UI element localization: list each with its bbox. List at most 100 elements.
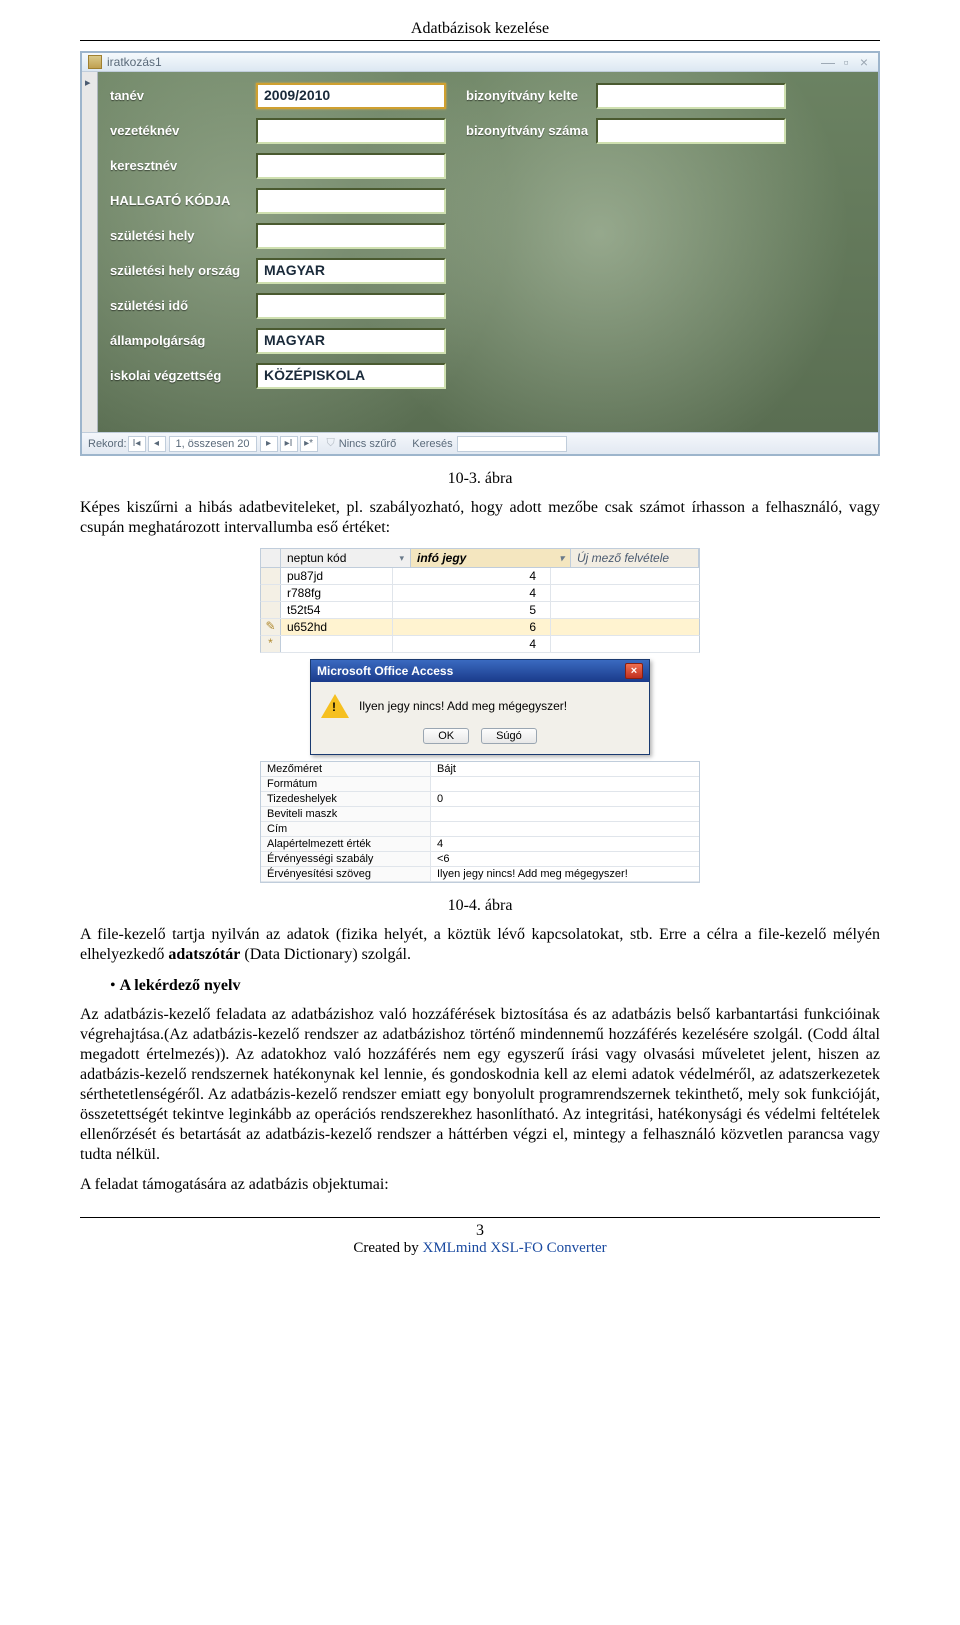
form-tab-title: iratkozás1 — [107, 55, 818, 69]
cell-jegy[interactable]: 4 — [393, 585, 551, 601]
minimize-icon[interactable]: — — [820, 55, 836, 69]
column-header-neptun[interactable]: neptun kód▾ — [281, 549, 411, 567]
property-value[interactable] — [431, 777, 699, 791]
property-name: Érvényesítési szöveg — [261, 867, 431, 881]
input-hallgato-kodja[interactable] — [256, 188, 446, 214]
cell-empty[interactable] — [551, 568, 699, 584]
property-value[interactable]: <6 — [431, 852, 699, 866]
cell-jegy[interactable]: 5 — [393, 602, 551, 618]
input-allampolgarsag[interactable]: MAGYAR — [256, 328, 446, 354]
search-label: Keresés — [412, 438, 452, 450]
property-row[interactable]: Cím — [261, 822, 699, 837]
nav-prev-button[interactable]: ◂ — [148, 436, 166, 452]
cell-neptun[interactable]: t52t54 — [281, 602, 393, 618]
nav-next-button[interactable]: ▸ — [260, 436, 278, 452]
label-szuletesi-hely: születési hely — [106, 228, 256, 243]
property-row[interactable]: Beviteli maszk — [261, 807, 699, 822]
cell-empty[interactable] — [551, 636, 699, 652]
form-icon — [88, 55, 102, 69]
property-row[interactable]: Alapértelmezett érték4 — [261, 837, 699, 852]
msgbox-close-button[interactable]: × — [625, 663, 643, 679]
paragraph-1: Képes kiszűrni a hibás adatbeviteleket, … — [80, 498, 880, 538]
input-vezeteknev[interactable] — [256, 118, 446, 144]
form-titlebar: iratkozás1 — ▫ × — [82, 53, 878, 72]
cell-jegy[interactable]: 4 — [393, 636, 551, 652]
input-bizonyitvany-szama[interactable] — [596, 118, 786, 144]
nav-first-button[interactable]: I◂ — [128, 436, 146, 452]
input-szuletesi-hely-orszag[interactable]: MAGYAR — [256, 258, 446, 284]
no-filter-label: Nincs szűrő — [339, 438, 396, 450]
cell-empty[interactable] — [551, 585, 699, 601]
property-value[interactable]: Bájt — [431, 762, 699, 776]
datasheet-screenshot: neptun kód▾ infó jegy▾ Új mező felvétele… — [260, 548, 700, 653]
figure-2-caption: 10-4. ábra — [80, 897, 880, 915]
row-header[interactable]: * — [261, 636, 281, 652]
page-number: 3 — [80, 1217, 880, 1240]
column-header-new-field[interactable]: Új mező felvétele — [571, 549, 699, 567]
record-selector[interactable] — [82, 72, 98, 432]
label-szuletesi-ido: születési idő — [106, 298, 256, 313]
ok-button[interactable]: OK — [423, 728, 469, 744]
row-header[interactable] — [261, 585, 281, 601]
property-row[interactable]: MezőméretBájt — [261, 762, 699, 777]
footer-link[interactable]: XMLmind XSL-FO Converter — [422, 1240, 606, 1256]
input-bizonyitvany-kelte[interactable] — [596, 83, 786, 109]
property-row[interactable]: Érvényesítési szövegIlyen jegy nincs! Ad… — [261, 867, 699, 882]
cell-jegy[interactable]: 4 — [393, 568, 551, 584]
property-value[interactable]: 0 — [431, 792, 699, 806]
table-row[interactable]: t52t545 — [260, 602, 700, 619]
table-row[interactable]: *4 — [260, 636, 700, 653]
nav-last-button[interactable]: ▸I — [280, 436, 298, 452]
table-row[interactable]: pu87jd4 — [260, 568, 700, 585]
sort-arrow-icon: ▾ — [399, 553, 404, 564]
property-value[interactable] — [431, 807, 699, 821]
help-button[interactable]: Súgó — [481, 728, 537, 744]
table-row[interactable]: r788fg4 — [260, 585, 700, 602]
paragraph-3: Az adatbázis-kezelő feladata az adatbázi… — [80, 1005, 880, 1165]
record-position[interactable]: 1, összesen 20 — [169, 436, 257, 452]
property-value[interactable]: 4 — [431, 837, 699, 851]
row-header[interactable] — [261, 602, 281, 618]
paragraph-4: A feladat támogatására az adatbázis obje… — [80, 1175, 880, 1195]
table-row[interactable]: ✎u652hd6 — [260, 619, 700, 636]
property-row[interactable]: Tizedeshelyek0 — [261, 792, 699, 807]
cell-neptun[interactable]: r788fg — [281, 585, 393, 601]
restore-icon[interactable]: ▫ — [838, 55, 854, 69]
cell-empty[interactable] — [551, 602, 699, 618]
column-header-info-jegy[interactable]: infó jegy▾ — [411, 549, 571, 567]
cell-neptun[interactable]: pu87jd — [281, 568, 393, 584]
row-header[interactable]: ✎ — [261, 619, 281, 635]
label-bizonyitvany-kelte: bizonyítvány kelte — [446, 88, 596, 103]
label-keresztnev: keresztnév — [106, 158, 256, 173]
cell-neptun[interactable]: u652hd — [281, 619, 393, 635]
cell-neptun[interactable] — [281, 636, 393, 652]
msgbox-text: Ilyen jegy nincs! Add meg mégegyszer! — [359, 699, 567, 713]
search-input[interactable] — [457, 436, 567, 452]
property-name: Cím — [261, 822, 431, 836]
label-tanev: tanév — [106, 88, 256, 103]
label-hallgato-kodja: HALLGATÓ KÓDJA — [106, 193, 256, 208]
message-box: Microsoft Office Access × Ilyen jegy nin… — [310, 659, 650, 755]
property-value[interactable]: Ilyen jegy nincs! Add meg mégegyszer! — [431, 867, 699, 881]
row-header[interactable] — [261, 568, 281, 584]
cell-empty[interactable] — [551, 619, 699, 635]
property-value[interactable] — [431, 822, 699, 836]
datasheet-corner[interactable] — [261, 549, 281, 567]
nav-new-button[interactable]: ▸* — [300, 436, 318, 452]
label-iskolai-vegzettseg: iskolai végzettség — [106, 368, 256, 383]
paragraph-2: A file-kezelő tartja nyilván az adatok (… — [80, 925, 880, 965]
input-szuletesi-ido[interactable] — [256, 293, 446, 319]
property-name: Formátum — [261, 777, 431, 791]
property-row[interactable]: Formátum — [261, 777, 699, 792]
input-iskolai-vegzettseg[interactable]: KÖZÉPISKOLA — [256, 363, 446, 389]
label-szuletesi-hely-orszag: születési hely ország — [106, 263, 256, 278]
datasheet-header: neptun kód▾ infó jegy▾ Új mező felvétele — [260, 548, 700, 568]
property-row[interactable]: Érvényességi szabály<6 — [261, 852, 699, 867]
cell-jegy[interactable]: 6 — [393, 619, 551, 635]
input-keresztnev[interactable] — [256, 153, 446, 179]
close-icon[interactable]: × — [856, 55, 872, 69]
input-szuletesi-hely[interactable] — [256, 223, 446, 249]
dropdown-arrow-icon: ▾ — [559, 553, 564, 564]
input-tanev[interactable]: 2009/2010 — [256, 83, 446, 109]
property-name: Tizedeshelyek — [261, 792, 431, 806]
